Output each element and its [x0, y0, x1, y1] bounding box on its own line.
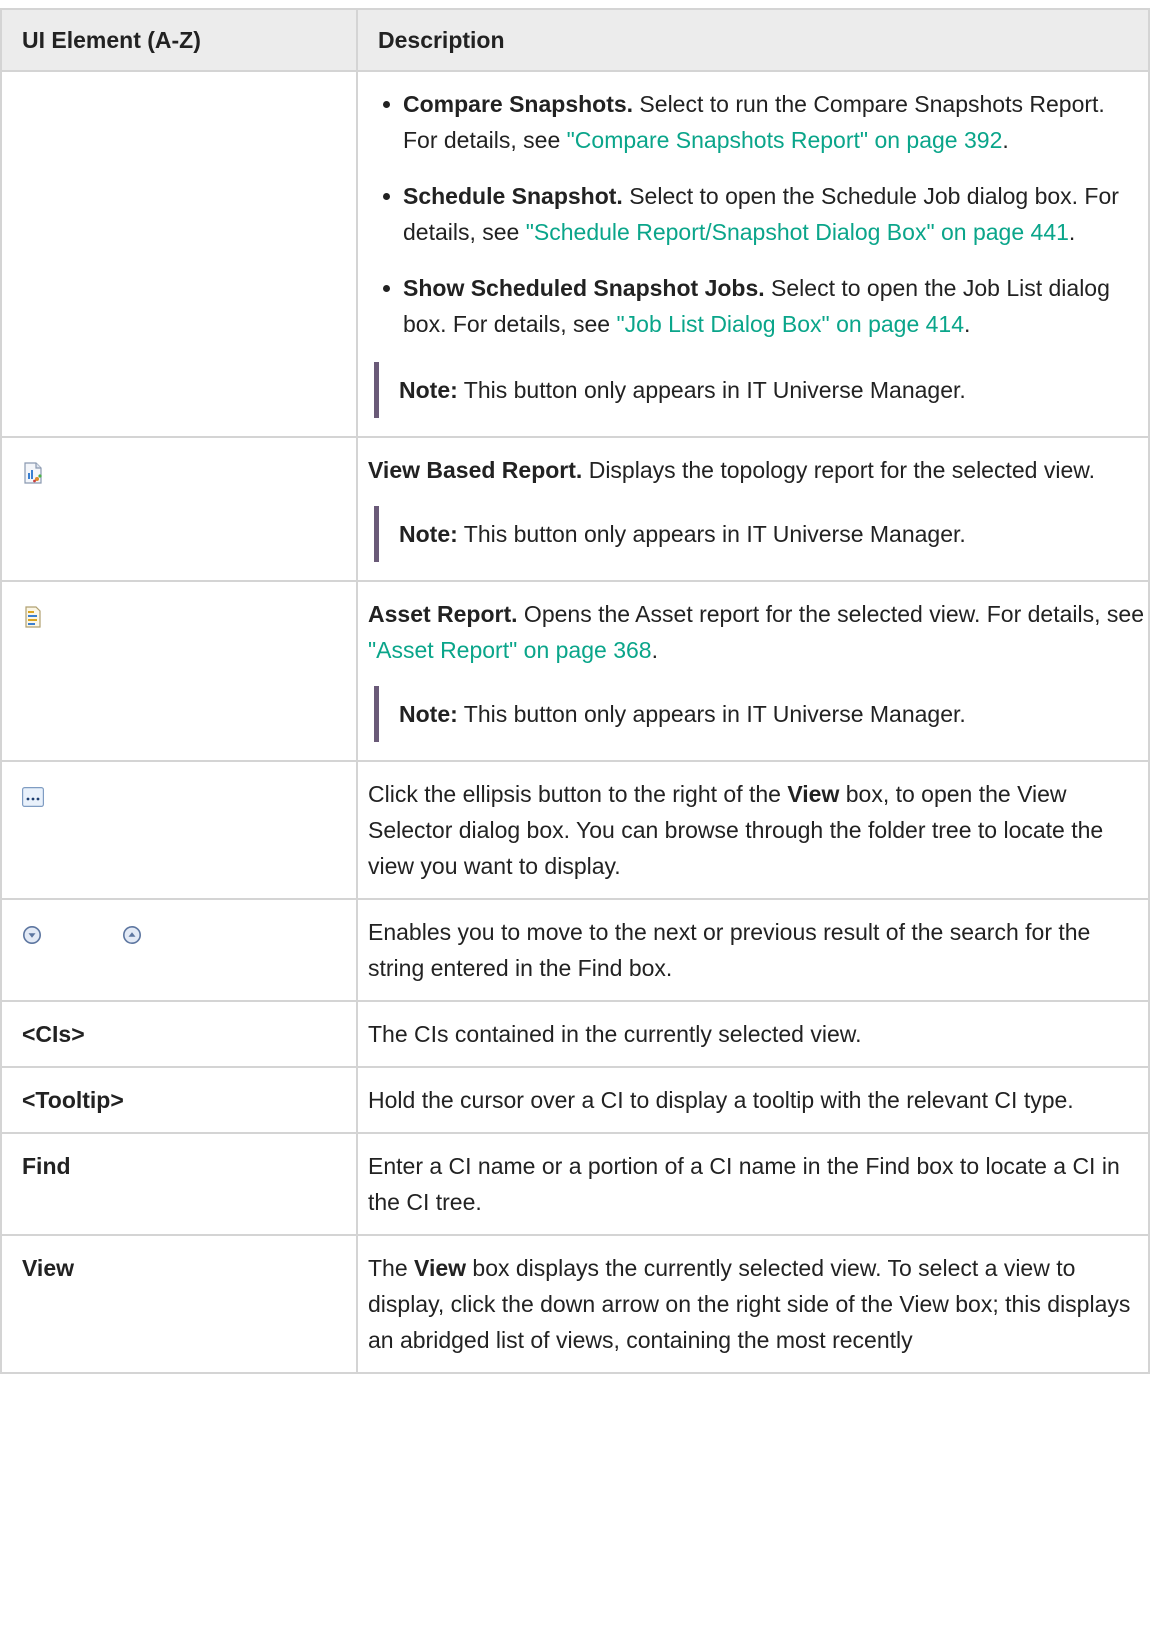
table-row-view-based-report: View Based Report. Displays the topology… — [0, 436, 1150, 582]
description-body: Displays the topology report for the sel… — [582, 457, 1095, 483]
element-cell — [0, 436, 358, 582]
note-label: Note: — [399, 377, 458, 403]
option-compare-snapshots: Compare Snapshots. Select to run the Com… — [368, 86, 1144, 158]
description-cell: The View box displays the currently sele… — [356, 1234, 1150, 1374]
table-row-cis: <CIs> The CIs contained in the currently… — [0, 1000, 1150, 1068]
link-schedule-report-dialog[interactable]: "Schedule Report/Snapshot Dialog Box" on… — [526, 219, 1069, 245]
table-row-tooltip: <Tooltip> Hold the cursor over a CI to d… — [0, 1066, 1150, 1134]
punctuation: . — [1068, 219, 1076, 245]
table-row-asset-report: Asset Report. Opens the Asset report for… — [0, 580, 1150, 762]
snapshot-options-list: Compare Snapshots. Select to run the Com… — [368, 86, 1144, 342]
description-text: Hold the cursor over a CI to display a t… — [368, 1087, 1074, 1113]
element-cell — [0, 580, 358, 762]
element-cell-empty — [0, 70, 358, 438]
element-cell: <Tooltip> — [0, 1066, 358, 1134]
description-text: Asset Report. Opens the Asset report for… — [368, 596, 1144, 668]
description-cell: Asset Report. Opens the Asset report for… — [356, 580, 1150, 762]
description-text: The View box displays the currently sele… — [368, 1250, 1144, 1358]
element-name: <CIs> — [22, 1021, 85, 1047]
punctuation: . — [1002, 127, 1009, 153]
note-text: This button only appears in IT Universe … — [463, 701, 966, 727]
description-text: View Based Report. Displays the topology… — [368, 452, 1144, 488]
link-asset-report[interactable]: "Asset Report" on page 368 — [368, 637, 652, 663]
table-row-view: View The View box displays the currently… — [0, 1234, 1150, 1374]
option-schedule-snapshot: Schedule Snapshot. Select to open the Sc… — [368, 178, 1144, 250]
previous-result-icon — [122, 925, 142, 945]
note-label: Note: — [399, 701, 458, 727]
description-body: The — [368, 1255, 415, 1281]
bold-term: View — [414, 1255, 467, 1281]
note-text: This button only appears in IT Universe … — [463, 521, 966, 547]
element-cell — [0, 898, 358, 1002]
link-job-list-dialog[interactable]: "Job List Dialog Box" on page 414 — [617, 311, 965, 337]
description-text: Click the ellipsis button to the right o… — [368, 776, 1144, 884]
ui-elements-table: UI Element (A-Z) Description Compare Sna… — [0, 8, 1150, 1374]
description-text: Enables you to move to the next or previ… — [368, 919, 1091, 981]
element-cell — [0, 760, 358, 900]
option-label: Schedule Snapshot. — [403, 183, 623, 209]
description-cell: Enter a CI name or a portion of a CI nam… — [356, 1132, 1150, 1236]
table-row-find: Find Enter a CI name or a portion of a C… — [0, 1132, 1150, 1236]
element-label: View Based Report. — [368, 457, 583, 483]
note-box: Note: This button only appears in IT Univ… — [374, 686, 1144, 742]
table-row-next-previous: Enables you to move to the next or previ… — [0, 898, 1150, 1002]
element-cell: <CIs> — [0, 1000, 358, 1068]
link-compare-snapshots-report[interactable]: "Compare Snapshots Report" on page 392 — [567, 127, 1003, 153]
option-show-scheduled-jobs: Show Scheduled Snapshot Jobs. Select to … — [368, 270, 1144, 342]
description-cell: Click the ellipsis button to the right o… — [356, 760, 1150, 900]
next-result-icon — [22, 925, 42, 945]
table-row-ellipsis: Click the ellipsis button to the right o… — [0, 760, 1150, 900]
bold-term: View — [787, 781, 840, 807]
description-text: Enter a CI name or a portion of a CI nam… — [368, 1153, 1120, 1215]
note-text: This button only appears in IT Universe … — [463, 377, 966, 403]
description-body: Opens the Asset report for the selected … — [517, 601, 1144, 627]
element-label: Asset Report. — [368, 601, 518, 627]
element-cell: View — [0, 1234, 358, 1374]
element-name: View — [22, 1255, 74, 1281]
header-ui-element: UI Element (A-Z) — [0, 8, 358, 72]
element-name: <Tooltip> — [22, 1087, 124, 1113]
description-cell: The CIs contained in the currently selec… — [356, 1000, 1150, 1068]
note-box: Note: This button only appears in IT Univ… — [374, 506, 1144, 562]
option-label: Compare Snapshots. — [403, 91, 634, 117]
description-cell: View Based Report. Displays the topology… — [356, 436, 1150, 582]
ellipsis-button-icon — [22, 786, 44, 807]
description-cell: Hold the cursor over a CI to display a t… — [356, 1066, 1150, 1134]
view-based-report-icon — [22, 462, 44, 484]
table-row-snapshot: Compare Snapshots. Select to run the Com… — [0, 70, 1150, 438]
note-box: Note: This button only appears in IT Univ… — [374, 362, 1144, 418]
punctuation: . — [651, 637, 658, 663]
description-cell: Compare Snapshots. Select to run the Com… — [356, 70, 1150, 438]
description-cell: Enables you to move to the next or previ… — [356, 898, 1150, 1002]
table-header-row: UI Element (A-Z) Description — [0, 8, 1150, 72]
option-label: Show Scheduled Snapshot Jobs. — [403, 275, 765, 301]
element-name: Find — [22, 1153, 71, 1179]
description-body: Click the ellipsis button to the right o… — [368, 781, 788, 807]
description-text: The CIs contained in the currently selec… — [368, 1021, 862, 1047]
note-label: Note: — [399, 521, 458, 547]
element-cell: Find — [0, 1132, 358, 1236]
description-body: box displays the currently selected view… — [368, 1255, 1131, 1353]
punctuation: . — [964, 311, 971, 337]
asset-report-icon — [22, 606, 44, 628]
header-description: Description — [356, 8, 1150, 72]
